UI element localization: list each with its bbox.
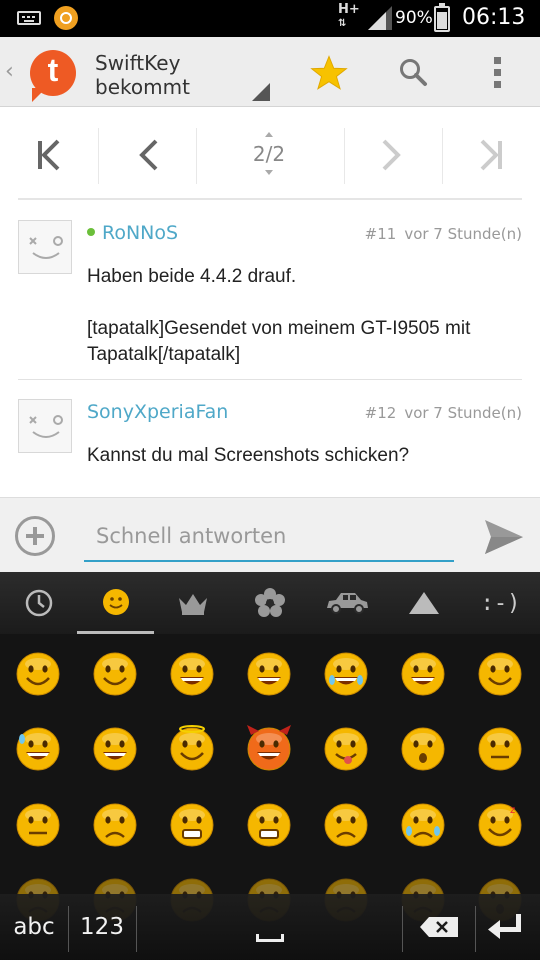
post-meta: #12 vor 7 Stunde(n) (364, 404, 522, 422)
emoji-key[interactable] (91, 650, 139, 698)
crown-icon (178, 594, 207, 615)
space-icon (256, 934, 284, 942)
thread-title[interactable]: SwiftKey bekommt (95, 51, 190, 99)
back-icon[interactable]: ‹ (5, 59, 14, 84)
post-item: RoNNoS #11 vor 7 Stunde(n) Haben beide 4.… (18, 220, 522, 380)
svg-text:z: z (510, 805, 515, 816)
numbers-key[interactable]: 123 (69, 894, 135, 960)
emoji-key[interactable] (14, 801, 62, 849)
emoji-key[interactable] (322, 801, 370, 849)
keyboard-notification-icon (17, 11, 41, 25)
post-username[interactable]: RoNNoS (87, 222, 178, 244)
emoji-key[interactable] (245, 650, 293, 698)
emoji-key[interactable] (476, 650, 524, 698)
first-page-button[interactable] (18, 120, 80, 190)
post-username[interactable]: SonyXperiaFan (87, 401, 228, 423)
emoji-key[interactable] (322, 725, 370, 773)
network-type: H+ ⇅ (338, 2, 360, 29)
action-bar: ‹ t SwiftKey bekommt (0, 37, 540, 107)
emoji-key[interactable] (399, 650, 447, 698)
emoji-key[interactable] (245, 801, 293, 849)
smiley-icon (102, 588, 129, 615)
post-meta: #11 vor 7 Stunde(n) (364, 225, 522, 243)
category-objects[interactable] (154, 572, 231, 634)
triangle-icon (408, 592, 439, 614)
search-icon[interactable] (398, 57, 428, 87)
post-divider (18, 379, 522, 380)
post-body: Kannst du mal Screenshots schicken? (87, 445, 410, 466)
emoji-key[interactable] (399, 725, 447, 773)
category-recent[interactable] (0, 572, 77, 634)
emoji-key[interactable] (245, 725, 293, 773)
tapatalk-logo[interactable]: t (30, 50, 76, 102)
prev-page-button[interactable] (118, 120, 178, 190)
battery-icon (434, 3, 450, 32)
star-icon[interactable] (310, 54, 348, 92)
emoji-key[interactable] (476, 725, 524, 773)
online-indicator (87, 227, 95, 236)
keyboard-bottom-row: abc 123 (0, 894, 540, 960)
signal-icon (368, 6, 392, 30)
category-nature[interactable] (231, 572, 308, 634)
category-places[interactable] (308, 572, 385, 634)
backspace-icon (420, 917, 458, 937)
enter-icon (488, 914, 521, 939)
space-key[interactable] (137, 894, 401, 960)
emoji-key[interactable] (91, 801, 139, 849)
last-page-icon (480, 139, 502, 171)
emoji-key[interactable] (322, 650, 370, 698)
category-emoticons[interactable]: :-) (462, 572, 539, 634)
emoji-key[interactable] (168, 650, 216, 698)
first-page-icon (38, 139, 60, 171)
dropdown-corner-icon[interactable] (252, 83, 270, 101)
category-smileys[interactable] (77, 572, 154, 634)
post-body: Haben beide 4.4.2 drauf. [tapatalk]Gesen… (87, 266, 471, 365)
page-indicator[interactable]: 2/2 (238, 120, 300, 190)
chevron-right-icon (382, 139, 401, 171)
emoji-key[interactable] (91, 725, 139, 773)
car-icon (326, 593, 368, 614)
category-symbols[interactable] (385, 572, 462, 634)
next-page-button[interactable] (362, 120, 422, 190)
quick-reply-bar (0, 497, 540, 572)
send-icon[interactable] (483, 518, 525, 556)
avatar[interactable] (18, 220, 72, 274)
chevron-left-icon (139, 139, 158, 171)
emoji-key[interactable] (399, 801, 447, 849)
app-notification-icon (54, 6, 78, 30)
emoji-category-bar: :-) (0, 572, 540, 634)
quick-reply-input[interactable] (84, 512, 454, 562)
emoji-key[interactable] (168, 801, 216, 849)
abc-key[interactable]: abc (0, 894, 68, 960)
default-avatar-icon (29, 415, 63, 438)
clock: 06:13 (462, 5, 526, 30)
status-bar: H+ ⇅ 90% 06:13 (0, 0, 540, 37)
post-item: SonyXperiaFan #12 vor 7 Stunde(n) Kannst … (18, 399, 522, 497)
flower-icon (254, 588, 285, 617)
recent-icon (25, 589, 52, 617)
emoji-key[interactable]: z (476, 801, 524, 849)
emoji-key[interactable] (14, 725, 62, 773)
last-page-button[interactable] (460, 120, 522, 190)
emoji-key[interactable] (14, 650, 62, 698)
battery-percent: 90% (395, 8, 433, 28)
screen: H+ ⇅ 90% 06:13 ‹ t SwiftKey bekommt 2/2 … (0, 0, 540, 960)
emoji-key[interactable] (168, 725, 216, 773)
add-attachment-button[interactable] (15, 516, 55, 556)
overflow-menu-icon[interactable] (494, 57, 502, 89)
avatar[interactable] (18, 399, 72, 453)
default-avatar-icon (29, 236, 63, 259)
emoji-keyboard: :-) z abc 123 (0, 572, 540, 960)
pagination-bar: 2/2 (18, 120, 522, 200)
